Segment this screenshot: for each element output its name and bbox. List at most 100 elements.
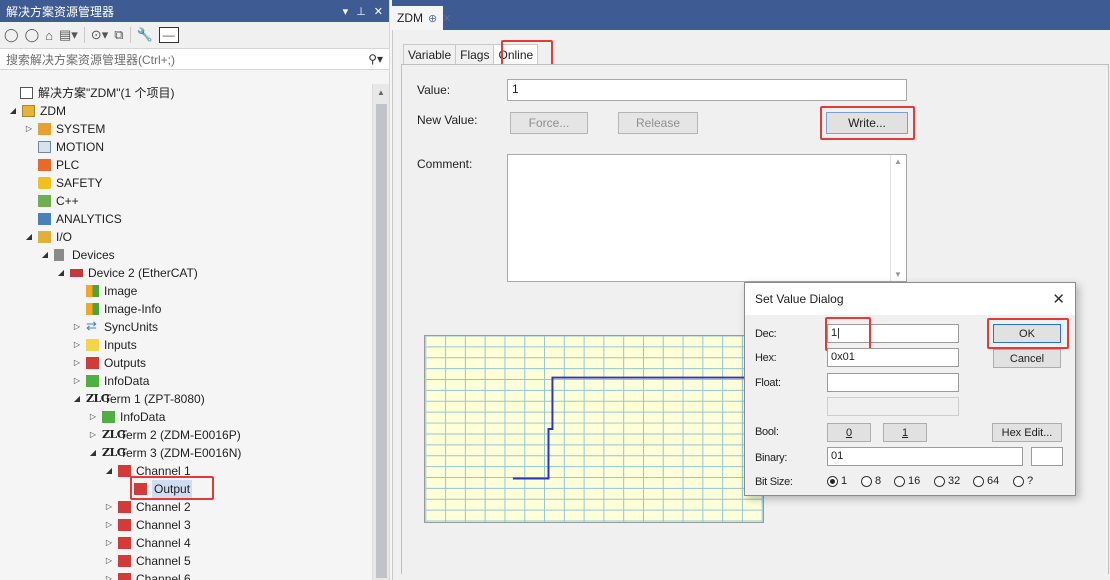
float-input[interactable] [827, 373, 959, 392]
close-icon[interactable]: ✕ [374, 5, 383, 18]
radio-label: 8 [875, 475, 882, 487]
document-tab-zdm[interactable]: ZDM ⊕ ✕ [392, 6, 451, 30]
tree-item[interactable]: ▷ ZLG Term 2 (ZDM-E0016P) [0, 426, 372, 444]
pin-icon[interactable]: ⊥ [356, 5, 366, 18]
image-icon [86, 285, 99, 297]
tree-item[interactable]: ▷ Inputs [0, 336, 372, 354]
scroll-up-icon[interactable]: ▲ [373, 84, 389, 101]
expand-arrow-icon[interactable]: ▷ [104, 516, 114, 534]
tree-item[interactable]: ◢ Device 2 (EtherCAT) [0, 264, 372, 282]
tree-item-label: ANALYTICS [56, 212, 122, 226]
hex-input[interactable]: 0x01 [827, 348, 959, 367]
history-icon[interactable]: ⊙▾ [91, 27, 108, 43]
tree-item[interactable]: ▷ SYSTEM [0, 120, 372, 138]
forward-icon[interactable]: ◯ [25, 27, 40, 43]
tree-item[interactable]: ▷ Outputs [0, 354, 372, 372]
tree-item[interactable]: ANALYTICS [0, 210, 372, 228]
bitsize-radio-8[interactable]: 8 [861, 475, 881, 487]
tree-item[interactable]: ▷ ⇄ SyncUnits [0, 318, 372, 336]
hex-edit-button[interactable]: Hex Edit... [992, 423, 1062, 442]
release-button[interactable]: Release [618, 112, 698, 134]
search-input[interactable]: 搜索解决方案资源管理器(Ctrl+;) [6, 51, 368, 68]
tree-item[interactable]: SAFETY [0, 174, 372, 192]
pin-icon[interactable]: ⊕ [428, 12, 437, 25]
expand-arrow-icon[interactable]: ▷ [72, 354, 82, 372]
tree-item[interactable]: Output [0, 476, 372, 500]
bitsize-radio-16[interactable]: 16 [894, 475, 920, 487]
expand-arrow-icon[interactable]: ▷ [24, 120, 34, 138]
image-info-icon [86, 303, 99, 315]
bitsize-radio-1[interactable]: 1 [827, 475, 847, 487]
comment-scrollbar[interactable]: ▲ ▼ [890, 155, 906, 281]
tree-item[interactable]: ◢ ZLG Term 1 (ZPT-8080) [0, 390, 372, 408]
bitsize-radio-custom[interactable]: ? [1013, 475, 1033, 487]
search-icon[interactable]: ⚲▾ [368, 52, 383, 66]
tree-item[interactable]: 解决方案"ZDM"(1 个项目) [0, 84, 372, 102]
tree-item[interactable]: ▷ Channel 5 [0, 552, 372, 570]
tree-scrollbar[interactable]: ▲ [372, 84, 389, 580]
tree-item[interactable]: Image [0, 282, 372, 300]
expand-arrow-icon[interactable]: ▷ [104, 552, 114, 570]
scroll-thumb[interactable] [376, 104, 387, 578]
explorer-search[interactable]: 搜索解决方案资源管理器(Ctrl+;) ⚲▾ [0, 48, 389, 70]
tree-item[interactable]: ◢ ZDM [0, 102, 372, 120]
collapse-arrow-icon[interactable]: ◢ [8, 102, 18, 120]
collapse-arrow-icon[interactable]: ◢ [72, 390, 82, 408]
scroll-down-icon[interactable]: ▼ [894, 270, 902, 279]
tree-item[interactable]: ▷ Channel 4 [0, 534, 372, 552]
expand-arrow-icon[interactable]: ▷ [72, 318, 82, 336]
tree-item[interactable]: MOTION [0, 138, 372, 156]
tree-item[interactable]: ▷ InfoData [0, 408, 372, 426]
expand-arrow-icon[interactable]: ▷ [72, 372, 82, 390]
tree-item[interactable]: ▷ InfoData [0, 372, 372, 390]
comment-textarea[interactable]: ▲ ▼ [507, 154, 907, 282]
tree-item-label: Devices [72, 248, 115, 262]
scroll-up-icon[interactable]: ▲ [894, 157, 902, 166]
tab-variable[interactable]: Variable [403, 44, 457, 66]
tree-item[interactable]: PLC [0, 156, 372, 174]
collapse-arrow-icon[interactable]: ◢ [104, 462, 114, 480]
channel-icon [118, 465, 131, 477]
home-icon[interactable]: ⌂ [45, 28, 53, 43]
tree-item[interactable]: C++ [0, 192, 372, 210]
sync-icon[interactable]: ⧉ [114, 27, 123, 43]
collapse-arrow-icon[interactable]: ◢ [24, 228, 34, 246]
binary-input[interactable]: 01 [827, 447, 1023, 466]
syncunits-icon: ⇄ [86, 318, 97, 333]
tree-item[interactable]: ▷ Channel 2 [0, 498, 372, 516]
collapse-arrow-icon[interactable]: ◢ [40, 246, 50, 264]
force-button[interactable]: Force... [510, 112, 588, 134]
expand-arrow-icon[interactable]: ▷ [104, 498, 114, 516]
switch-views-icon[interactable]: ▤▾ [59, 27, 78, 43]
expand-arrow-icon[interactable]: ▷ [72, 336, 82, 354]
tree-item[interactable]: ◢ ZLG Term 3 (ZDM-E0016N) [0, 444, 372, 462]
cancel-button[interactable]: Cancel [993, 349, 1061, 368]
bool-label: Bool: [755, 426, 779, 438]
expand-arrow-icon[interactable]: ▷ [88, 426, 98, 444]
collapse-arrow-icon[interactable]: ◢ [56, 264, 66, 282]
tree-item[interactable]: ◢ I/O [0, 228, 372, 246]
expand-arrow-icon[interactable]: ▷ [88, 408, 98, 426]
dropdown-icon[interactable]: ▾ [343, 5, 349, 18]
preview-toggle-icon[interactable]: — [158, 27, 179, 43]
bitsize-radio-32[interactable]: 32 [934, 475, 960, 487]
plc-icon [38, 159, 51, 171]
tree-item-label: InfoData [104, 374, 150, 388]
bitsize-radio-64[interactable]: 64 [973, 475, 999, 487]
tree-item-label: Channel 2 [136, 500, 191, 514]
collapse-arrow-icon[interactable]: ◢ [88, 444, 98, 462]
tree-item[interactable]: ◢ Devices [0, 246, 372, 264]
bool-true-button[interactable]: 1 [883, 423, 927, 442]
tree-item[interactable]: ▷ Channel 3 [0, 516, 372, 534]
tab-flags[interactable]: Flags [455, 44, 495, 66]
tree-item[interactable]: ▷ Channel 6 [0, 570, 372, 580]
expand-arrow-icon[interactable]: ▷ [104, 570, 114, 580]
back-icon[interactable]: ◯ [4, 27, 19, 43]
tree-item[interactable]: Image-Info [0, 300, 372, 318]
close-icon[interactable]: ✕ [1052, 290, 1065, 308]
value-field: 1 [507, 79, 907, 101]
expand-arrow-icon[interactable]: ▷ [104, 534, 114, 552]
properties-wrench-icon[interactable]: 🔧 [137, 27, 153, 43]
bool-false-button[interactable]: 0 [827, 423, 871, 442]
close-icon[interactable]: ✕ [442, 12, 451, 25]
